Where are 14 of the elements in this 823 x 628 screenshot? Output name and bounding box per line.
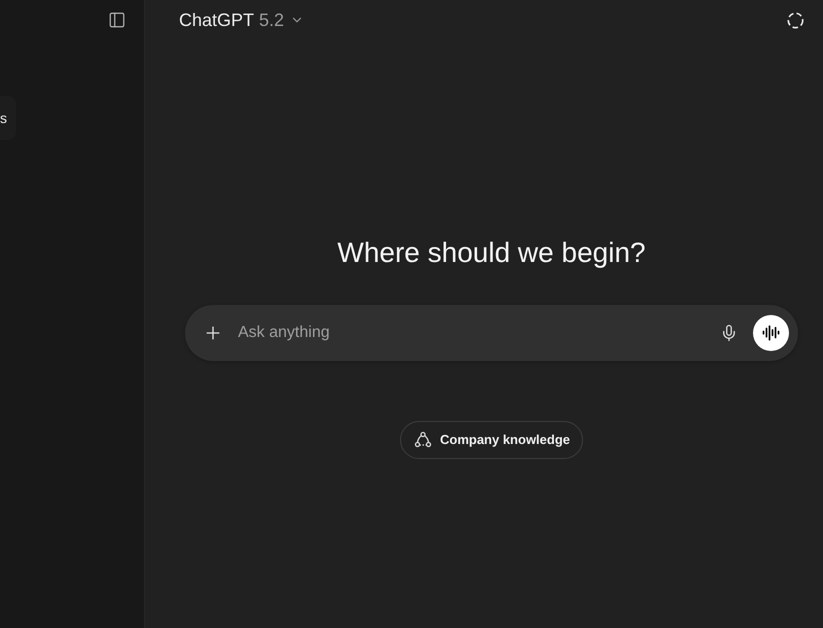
sidebar-toggle-icon: [108, 11, 126, 29]
voice-mode-button[interactable]: [753, 315, 789, 351]
message-composer[interactable]: Ask anything: [185, 305, 798, 361]
model-version: 5.2: [259, 9, 284, 32]
model-selector[interactable]: ChatGPT 5.2: [171, 4, 312, 36]
suggestion-chip[interactable]: Company knowledge: [400, 421, 584, 459]
welcome-heading: Where should we begin?: [337, 236, 646, 270]
connected-nodes-icon: [414, 431, 432, 449]
prompt-input[interactable]: Ask anything: [238, 321, 718, 345]
sound-wave-icon: [762, 324, 780, 342]
microphone-icon: [720, 324, 738, 342]
dashed-circle-icon: [787, 12, 804, 28]
model-name: ChatGPT: [179, 9, 254, 32]
sidebar-item[interactable]: s: [0, 96, 16, 140]
